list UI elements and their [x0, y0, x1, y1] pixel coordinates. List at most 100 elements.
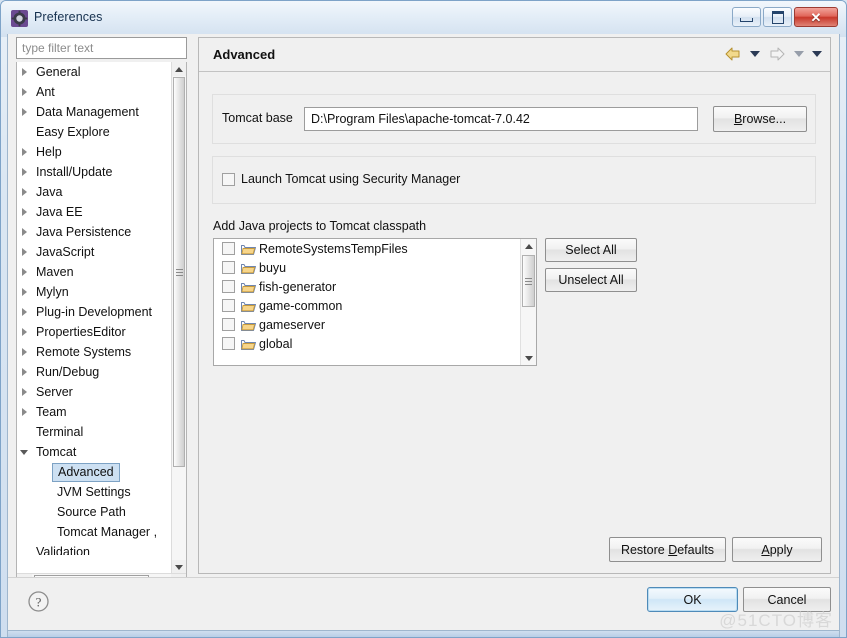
tree-item-propertieseditor[interactable]: PropertiesEditor [17, 322, 172, 342]
projects-scroll-down-button[interactable] [521, 351, 536, 365]
tree-item-label: Run/Debug [36, 365, 100, 379]
twisty-collapsed-icon[interactable] [17, 182, 33, 202]
tree-scrollbar-thumb[interactable] [173, 77, 185, 467]
projects-scroll-up-button[interactable] [521, 239, 536, 253]
project-list-item[interactable]: game-common [214, 296, 521, 315]
watermark: @51CTO博客 [719, 611, 833, 630]
tree-item-source-path[interactable]: Source Path [17, 502, 172, 522]
project-checkbox[interactable] [222, 299, 235, 312]
project-name: fish-generator [259, 279, 337, 294]
tree-vertical-scrollbar[interactable] [171, 62, 186, 574]
twisty-collapsed-icon[interactable] [17, 342, 33, 362]
twisty-collapsed-icon[interactable] [17, 362, 33, 382]
tree-item-team[interactable]: Team [17, 402, 172, 422]
project-list-item[interactable]: gameserver [214, 315, 521, 334]
triangle-down-icon [524, 355, 533, 361]
twisty-collapsed-icon[interactable] [17, 242, 33, 262]
tree-item-tomcat[interactable]: Tomcat [17, 442, 172, 462]
project-checkbox[interactable] [222, 337, 235, 350]
security-manager-checkbox-row[interactable]: Launch Tomcat using Security Manager [222, 172, 460, 186]
folder-icon [241, 262, 256, 274]
projects-scrollbar-thumb[interactable] [522, 255, 535, 307]
tree-item-data-management[interactable]: Data Management [17, 102, 172, 122]
project-checkbox[interactable] [222, 261, 235, 274]
preferences-tree[interactable]: General Ant Data Management Easy Explore Hel… [16, 62, 187, 590]
tree-item-terminal[interactable]: Terminal [17, 422, 172, 442]
twisty-collapsed-icon[interactable] [17, 202, 33, 222]
projects-vertical-scrollbar[interactable] [520, 239, 536, 365]
tree-item-ant[interactable]: Ant [17, 82, 172, 102]
twisty-collapsed-icon[interactable] [17, 222, 33, 242]
tree-item-run-debug[interactable]: Run/Debug [17, 362, 172, 382]
svg-text:?: ? [36, 594, 42, 609]
tree-item-install-update[interactable]: Install/Update [17, 162, 172, 182]
project-list-item[interactable]: fish-generator [214, 277, 521, 296]
twisty-collapsed-icon[interactable] [17, 282, 33, 302]
tree-item-maven[interactable]: Maven [17, 262, 172, 282]
project-list-item[interactable]: RemoteSystemsTempFiles [214, 239, 521, 258]
restore-defaults-label: Restore Defaults [620, 542, 715, 557]
tree-scroll-up-button[interactable] [172, 62, 186, 76]
restore-defaults-button[interactable]: Restore Defaults [609, 537, 726, 562]
minimize-button[interactable] [732, 7, 761, 27]
back-arrow-icon[interactable] [722, 44, 744, 64]
page-menu-chevron-down-icon[interactable] [810, 44, 824, 64]
tree-item-plug-in-development[interactable]: Plug-in Development [17, 302, 172, 322]
page-nav-toolbar [722, 44, 824, 64]
project-list-item[interactable]: buyu [214, 258, 521, 277]
tree-item-java-ee[interactable]: Java EE [17, 202, 172, 222]
project-checkbox[interactable] [222, 318, 235, 331]
tree-item-label: PropertiesEditor [36, 325, 126, 339]
back-history-chevron-down-icon[interactable] [748, 44, 762, 64]
security-manager-checkbox[interactable] [222, 172, 235, 186]
browse-button[interactable]: Browse... [713, 106, 807, 132]
tree-item-tomcat-manager[interactable]: Tomcat Manager , [17, 522, 172, 542]
tree-item-server[interactable]: Server [17, 382, 172, 402]
project-checkbox[interactable] [222, 242, 235, 255]
tree-item-label: Plug-in Development [36, 305, 153, 319]
java-projects-list[interactable]: RemoteSystemsTempFiles buyu fish-generator… [213, 238, 537, 366]
tree-item-mylyn[interactable]: Mylyn [17, 282, 172, 302]
tree-item-help[interactable]: Help [17, 142, 172, 162]
twisty-collapsed-icon[interactable] [17, 262, 33, 282]
twisty-collapsed-icon[interactable] [17, 302, 33, 322]
tree-item-remote-systems[interactable]: Remote Systems [17, 342, 172, 362]
browse-button-label: Browse... [733, 112, 787, 126]
maximize-button[interactable] [763, 7, 792, 27]
tree-item-advanced[interactable]: Advanced [17, 462, 172, 482]
twisty-expanded-icon[interactable] [17, 442, 33, 462]
project-list-item[interactable]: global [214, 334, 521, 353]
tomcat-base-input[interactable]: D:\Program Files\apache-tomcat-7.0.42 [304, 107, 698, 131]
apply-button[interactable]: Apply [732, 537, 822, 562]
close-icon: ✕ [810, 9, 822, 25]
twisty-collapsed-icon[interactable] [17, 62, 33, 82]
project-checkbox[interactable] [222, 280, 235, 293]
twisty-collapsed-icon[interactable] [17, 102, 33, 122]
tree-item-easy-explore[interactable]: Easy Explore [17, 122, 172, 142]
twisty-collapsed-icon[interactable] [17, 142, 33, 162]
page-header: Advanced [199, 38, 830, 72]
help-question-icon[interactable]: ? [27, 590, 50, 613]
tree-item-label: Validation [36, 545, 90, 555]
tree-scroll-down-button[interactable] [172, 560, 186, 574]
tree-item-java[interactable]: Java [17, 182, 172, 202]
twisty-collapsed-icon[interactable] [17, 322, 33, 342]
twisty-collapsed-icon[interactable] [17, 162, 33, 182]
tree-item-validation[interactable]: Validation [17, 542, 172, 555]
page-title: Advanced [213, 47, 276, 62]
tree-item-label: JVM Settings [57, 485, 131, 499]
twisty-collapsed-icon[interactable] [17, 402, 33, 422]
unselect-all-button[interactable]: Unselect All [545, 268, 637, 292]
close-button[interactable]: ✕ [794, 7, 838, 27]
tree-item-general[interactable]: General [17, 62, 172, 82]
select-all-button[interactable]: Select All [545, 238, 637, 262]
java-projects-viewport: RemoteSystemsTempFiles buyu fish-generator… [214, 239, 521, 365]
project-name: game-common [259, 298, 343, 313]
folder-icon [241, 300, 256, 312]
twisty-collapsed-icon[interactable] [17, 382, 33, 402]
tree-item-jvm-settings[interactable]: JVM Settings [17, 482, 172, 502]
tree-item-java-persistence[interactable]: Java Persistence [17, 222, 172, 242]
filter-input[interactable]: type filter text [16, 37, 187, 59]
tree-item-javascript[interactable]: JavaScript [17, 242, 172, 262]
twisty-collapsed-icon[interactable] [17, 82, 33, 102]
